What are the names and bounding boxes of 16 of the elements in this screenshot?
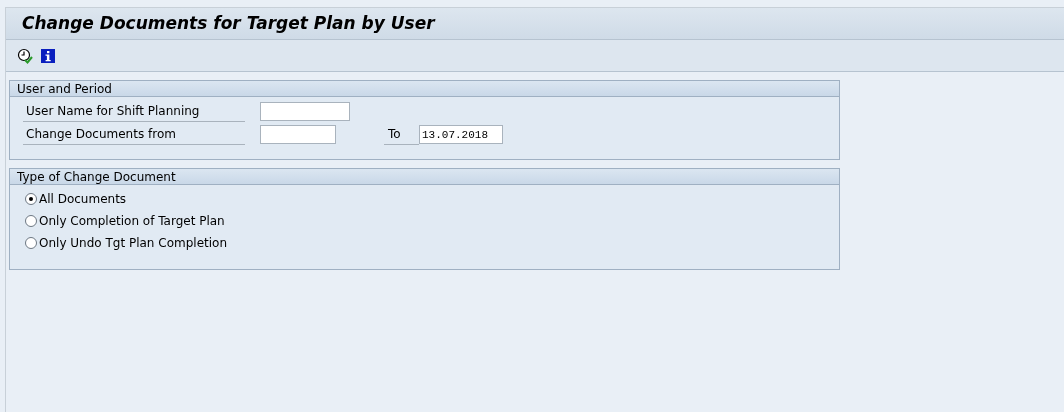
field-label: Change Documents from bbox=[23, 124, 245, 145]
info-icon[interactable] bbox=[41, 48, 55, 63]
radio-button[interactable] bbox=[25, 215, 37, 227]
date-field[interactable]: 13.07.2018 bbox=[419, 125, 503, 144]
input-field[interactable] bbox=[260, 102, 350, 121]
input-field[interactable] bbox=[260, 125, 336, 144]
clock-check-icon[interactable] bbox=[17, 47, 33, 64]
radio-button[interactable] bbox=[25, 193, 37, 205]
window-title: Change Documents for Target Plan by User bbox=[22, 11, 435, 35]
field-label: User Name for Shift Planning bbox=[23, 101, 245, 122]
radio-label: All Documents bbox=[39, 191, 127, 208]
radio-button[interactable] bbox=[25, 237, 37, 249]
radio-label: Only Undo Tgt Plan Completion bbox=[39, 235, 227, 252]
radio-label: Only Completion of Target Plan bbox=[39, 213, 225, 230]
group-title: Type of Change Document bbox=[17, 168, 176, 186]
group-title: User and Period bbox=[17, 80, 112, 98]
